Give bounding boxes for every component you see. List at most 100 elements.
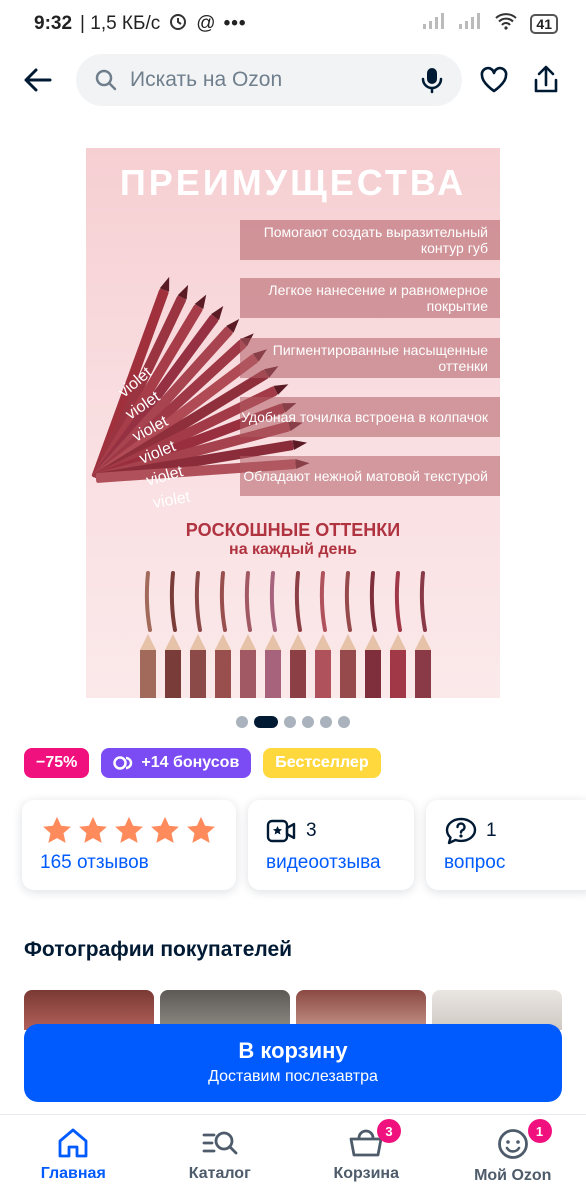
pencil-stub [265,650,281,698]
questions-card[interactable]: 1 вопрос [426,800,586,890]
search-placeholder: Искать на Ozon [130,68,283,91]
nav-catalog[interactable]: Каталог [147,1115,294,1200]
home-icon [58,1128,88,1158]
status-bar: 9:32 | 1,5 КБ/с @ ••• 41 [0,0,586,48]
pencil-stub [140,650,156,698]
carousel-dot[interactable] [320,716,332,728]
pencil-stub [190,650,206,698]
reviews-link[interactable]: 165 отзывов [40,852,149,874]
star-icon [43,816,71,843]
carousel-dot[interactable] [254,716,278,728]
search-icon [95,69,117,91]
product-content: violet violet violet violet violet violet ПРЕ… [0,112,586,912]
nav-account-label: Мой Ozon [474,1167,552,1184]
video-reviews-link[interactable]: видеоотзыва [266,852,381,874]
carousel-dot[interactable] [236,716,248,728]
pencil-tip [140,634,156,650]
questions-link[interactable]: вопрос [444,852,505,874]
nav-cart-label: Корзина [333,1165,399,1182]
brand-label: violet [152,489,192,512]
search-input[interactable]: Искать на Ozon [76,54,462,106]
carousel-dot[interactable] [338,716,350,728]
pencil-stub [290,650,306,698]
nav-cart[interactable]: 3 Корзина [293,1115,440,1200]
signal-2-icon [458,12,482,36]
status-time: 9:32 [34,13,73,34]
account-count-badge: 1 [527,1119,552,1143]
pencil-tip [190,634,206,650]
color-swatch [169,571,177,632]
question-count: 1 [486,820,497,841]
color-swatch [244,571,252,632]
pencil-tip [290,634,306,650]
delivery-label: Доставим послезавтра [208,1068,378,1085]
image-carousel-dots[interactable] [0,716,586,728]
nav-home[interactable]: Главная [0,1115,147,1200]
rating-stars [40,814,218,848]
at-icon: @ [196,13,216,34]
bottom-navigation: Главная Каталог 3 Корзина 1 Мой Ozon [0,1114,586,1200]
color-swatch [419,571,427,632]
arrow-left-icon [24,68,52,92]
discount-badge: −75% [24,748,90,778]
pencil-stub [415,650,431,698]
smiley-profile-icon [497,1129,528,1159]
pencil-tip [265,634,281,650]
pencil-tip [165,634,181,650]
pencil-stub [340,650,356,698]
video-count: 3 [306,820,317,841]
wifi-icon [494,12,518,36]
pencil-stub [365,650,381,698]
promo-title: ПРЕИМУЩЕСТВА [119,162,467,203]
customer-photos-title: Фотографии покупателей [24,938,293,961]
star-icon [187,816,215,843]
bonus-badge: +14 бонусов [101,748,252,778]
badges-row: −75% +14 бонусов Бестселлер [24,748,381,778]
heart-icon [480,66,508,93]
network-speed: | 1,5 КБ/с [80,13,161,34]
color-swatch [394,571,402,632]
favorite-button[interactable] [472,58,516,102]
product-image[interactable]: violet violet violet violet violet violet ПРЕ… [86,148,500,698]
back-button[interactable] [16,58,60,102]
pencil-stub [215,650,231,698]
pencil-tip [215,634,231,650]
pencil-stub [165,650,181,698]
color-swatch [269,571,277,632]
share-button[interactable] [524,58,568,102]
ozon-bonus-icon [113,756,133,770]
bonus-label: +14 бонусов [141,754,240,771]
star-icon [79,816,107,843]
bestseller-badge: Бестселлер [263,748,381,778]
alarm-icon [168,11,188,37]
video-reviews-card[interactable]: 3 видеоотзыва [248,800,414,890]
color-swatch [219,571,227,632]
video-review-icon [266,819,296,843]
top-bar: Искать на Ozon [0,48,586,112]
catalog-search-icon [202,1131,238,1155]
cart-count-badge: 3 [377,1119,401,1143]
feature-2: Легкое нанесение и равномерное покрытие [240,278,500,318]
carousel-dot[interactable] [284,716,296,728]
reviews-card[interactable]: 165 отзывов [22,800,236,890]
feature-4: Удобная точилка встроена в колпачок [240,397,500,437]
add-to-cart-button[interactable]: В корзину Доставим послезавтра [24,1024,562,1102]
color-swatch [344,571,352,632]
signal-icon [422,12,446,36]
carousel-dot[interactable] [302,716,314,728]
color-swatch [144,571,152,632]
nav-home-label: Главная [40,1165,106,1182]
nav-account[interactable]: 1 Мой Ozon [440,1115,586,1200]
color-swatch [319,571,327,632]
feature-1: Помогают создать выразительный контур гу… [240,220,500,260]
color-swatch [194,571,202,632]
question-icon [445,817,477,845]
pencil-tip [390,634,406,650]
share-icon [534,65,558,93]
microphone-icon[interactable] [420,66,444,94]
pencil-tip [315,634,331,650]
star-icon [115,816,143,843]
add-to-cart-label: В корзину [238,1038,348,1063]
battery-indicator: 41 [530,14,558,34]
promo-subtitle-1: РОСКОШНЫЕ ОТТЕНКИ [185,520,401,540]
